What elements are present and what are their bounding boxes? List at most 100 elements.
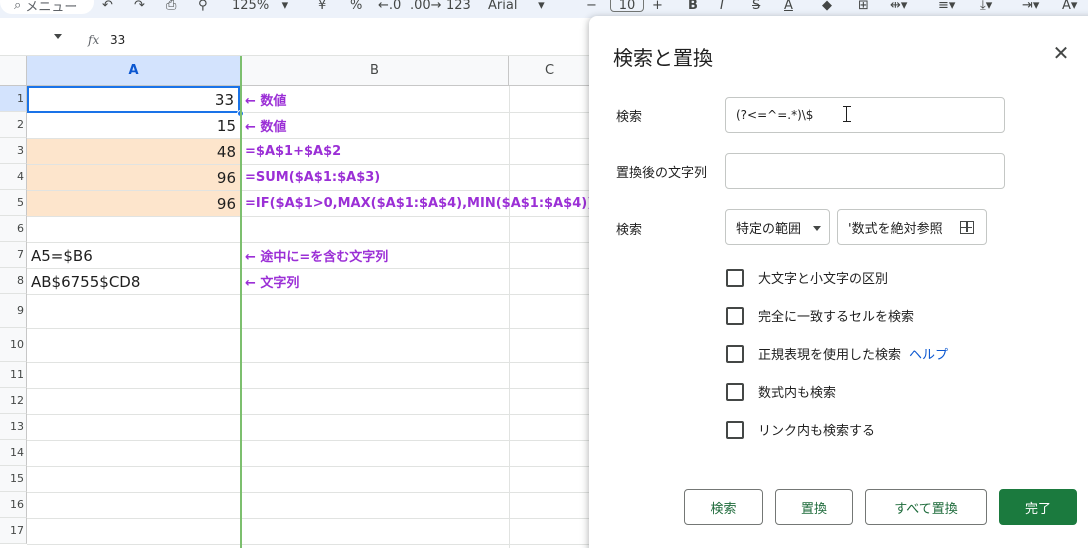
note-b3[interactable]: =$A$1+$A$2 (245, 138, 341, 164)
borders-icon[interactable]: ⊞ (858, 0, 869, 16)
cell-a4[interactable]: 96 (27, 165, 240, 190)
row-header[interactable]: 16 (0, 492, 27, 518)
row-header[interactable]: 11 (0, 362, 27, 388)
row-header[interactable]: 6 (0, 216, 27, 242)
row-header[interactable]: 5 (0, 190, 27, 216)
note-b4[interactable]: =SUM($A$1:$A$3) (245, 164, 380, 190)
formulas-checkbox[interactable] (726, 382, 744, 401)
row-header[interactable]: 1 (0, 86, 27, 112)
regex-checkbox[interactable] (726, 344, 744, 363)
cell-a3[interactable]: 48 (27, 139, 240, 164)
replace-button[interactable]: 置換 (775, 489, 853, 525)
match-entire-label: 完全に一致するセルを検索 (758, 310, 915, 325)
sheets-app: ⌕ メニュー ↶ ↷ ⎙ ⚲ 125% ▾ ¥ % ←.0 .00→ 123 A… (0, 0, 1088, 548)
note-b7[interactable]: ← 途中に=を含む文字列 (245, 242, 388, 268)
row-header[interactable]: 13 (0, 414, 27, 440)
row-divider (27, 440, 590, 441)
option-match-case[interactable]: 大文字と小文字の区別 (726, 268, 888, 287)
cell-a8[interactable]: AB$6755$CD8 (27, 269, 240, 294)
text-cursor-icon (843, 106, 851, 122)
find-replace-dialog: 検索と置換 ✕ 検索 (?<=^=.*)\$ 置換後の文字列 検索 特定の範囲 … (589, 16, 1088, 548)
merge-cells-icon[interactable]: ⇹▾ (890, 0, 907, 16)
row-header[interactable]: 15 (0, 466, 27, 492)
menu-label: メニュー (25, 0, 78, 15)
cell-a6[interactable] (27, 217, 240, 242)
zoom-value: 125% (232, 0, 270, 13)
chevron-down-icon (813, 226, 821, 231)
redo-icon[interactable]: ↷ (134, 0, 145, 16)
number-format-button[interactable]: 123 (446, 0, 471, 16)
text-color-icon[interactable]: A (784, 0, 793, 16)
search-scope-select[interactable]: 特定の範囲 (725, 209, 830, 245)
col-header-b[interactable]: B (241, 56, 509, 86)
replace-label: 置換後の文字列 (616, 166, 708, 181)
select-range-icon[interactable] (960, 221, 974, 234)
cell-a5[interactable]: 96 (27, 191, 240, 216)
valign-icon[interactable]: ⤓▾ (980, 0, 992, 16)
cell-a2[interactable]: 15 (27, 113, 240, 138)
match-entire-checkbox[interactable] (726, 306, 744, 325)
row-header[interactable]: 17 (0, 518, 27, 544)
replace-all-button[interactable]: すべて置換 (865, 489, 987, 525)
row-header[interactable]: 12 (0, 388, 27, 414)
wrap-icon[interactable]: ⇥▾ (1022, 0, 1039, 16)
decrease-decimal-icon[interactable]: ←.0 (378, 0, 401, 16)
increase-font-icon[interactable]: + (652, 0, 663, 16)
note-b8[interactable]: ← 文字列 (245, 268, 299, 294)
print-icon[interactable]: ⎙ (166, 0, 176, 16)
bold-icon[interactable]: B (688, 0, 698, 16)
paint-format-icon[interactable]: ⚲ (198, 0, 208, 16)
help-link[interactable]: ヘルプ (909, 344, 948, 363)
option-formulas[interactable]: 数式内も検索 (726, 382, 836, 401)
match-case-checkbox[interactable] (726, 268, 744, 287)
col-header-c[interactable]: C (509, 56, 590, 86)
select-all-corner[interactable] (0, 56, 27, 86)
note-b2[interactable]: ← 数値 (245, 112, 286, 138)
replace-input[interactable] (725, 153, 1005, 189)
zoom-select[interactable]: 125% ▾ (232, 0, 288, 16)
range-input[interactable]: '数式を絶対参照 (837, 209, 987, 245)
fill-color-icon[interactable]: ◆ (822, 0, 832, 16)
column-resize-guide (240, 56, 242, 548)
note-b5[interactable]: =IF($A$1>0,MAX($A$1:$A$4),MIN($A$1:$A$4)… (245, 190, 590, 216)
col-header-a[interactable]: A (27, 56, 241, 86)
cell-a7[interactable]: A5=$B6 (27, 243, 240, 268)
strikethrough-icon[interactable]: S (752, 0, 760, 16)
font-size-input[interactable]: 10 (610, 0, 644, 13)
option-links[interactable]: リンク内も検索する (726, 420, 875, 439)
sheet-grid[interactable]: A B C 1 2 3 4 5 6 7 8 9 10 11 12 13 14 1… (0, 56, 590, 548)
option-regex[interactable]: 正規表現を使用した検索 ヘルプ (726, 344, 948, 363)
name-box-chevron-down-icon[interactable] (54, 34, 62, 39)
row-header[interactable]: 3 (0, 138, 27, 164)
row-header[interactable]: 9 (0, 294, 27, 328)
note-b1[interactable]: ← 数値 (245, 86, 286, 112)
row-header[interactable]: 2 (0, 112, 27, 138)
range-value: '数式を絶対参照 (848, 221, 943, 237)
undo-icon[interactable]: ↶ (102, 0, 113, 16)
close-icon[interactable]: ✕ (1050, 41, 1072, 65)
italic-icon[interactable]: I (720, 0, 724, 16)
find-button[interactable]: 検索 (684, 489, 763, 525)
row-header[interactable]: 14 (0, 440, 27, 466)
row-header[interactable]: 8 (0, 268, 27, 294)
row-header[interactable]: 4 (0, 164, 27, 190)
currency-icon[interactable]: ¥ (318, 0, 326, 16)
done-button[interactable]: 完了 (999, 489, 1077, 525)
formula-input[interactable]: 33 (110, 33, 125, 47)
cell-a1[interactable]: 33 (27, 86, 240, 113)
align-icon[interactable]: ≡▾ (938, 0, 955, 16)
increase-decimal-icon[interactable]: .00→ (410, 0, 442, 16)
menu-search[interactable]: ⌕ メニュー (0, 0, 94, 15)
dialog-title: 検索と置換 (613, 46, 713, 70)
rotate-icon[interactable]: A▾ (1062, 0, 1077, 16)
find-input[interactable]: (?<=^=.*)\$ (725, 97, 1005, 133)
option-match-entire[interactable]: 完全に一致するセルを検索 (726, 306, 914, 325)
font-select[interactable]: Arial ▾ (488, 0, 545, 16)
decrease-font-icon[interactable]: − (586, 0, 597, 16)
formulas-label: 数式内も検索 (758, 386, 837, 401)
links-checkbox[interactable] (726, 420, 744, 439)
row-header[interactable]: 10 (0, 328, 27, 362)
search-icon: ⌕ (14, 0, 26, 13)
row-header[interactable]: 7 (0, 242, 27, 268)
percent-button[interactable]: % (350, 0, 362, 16)
